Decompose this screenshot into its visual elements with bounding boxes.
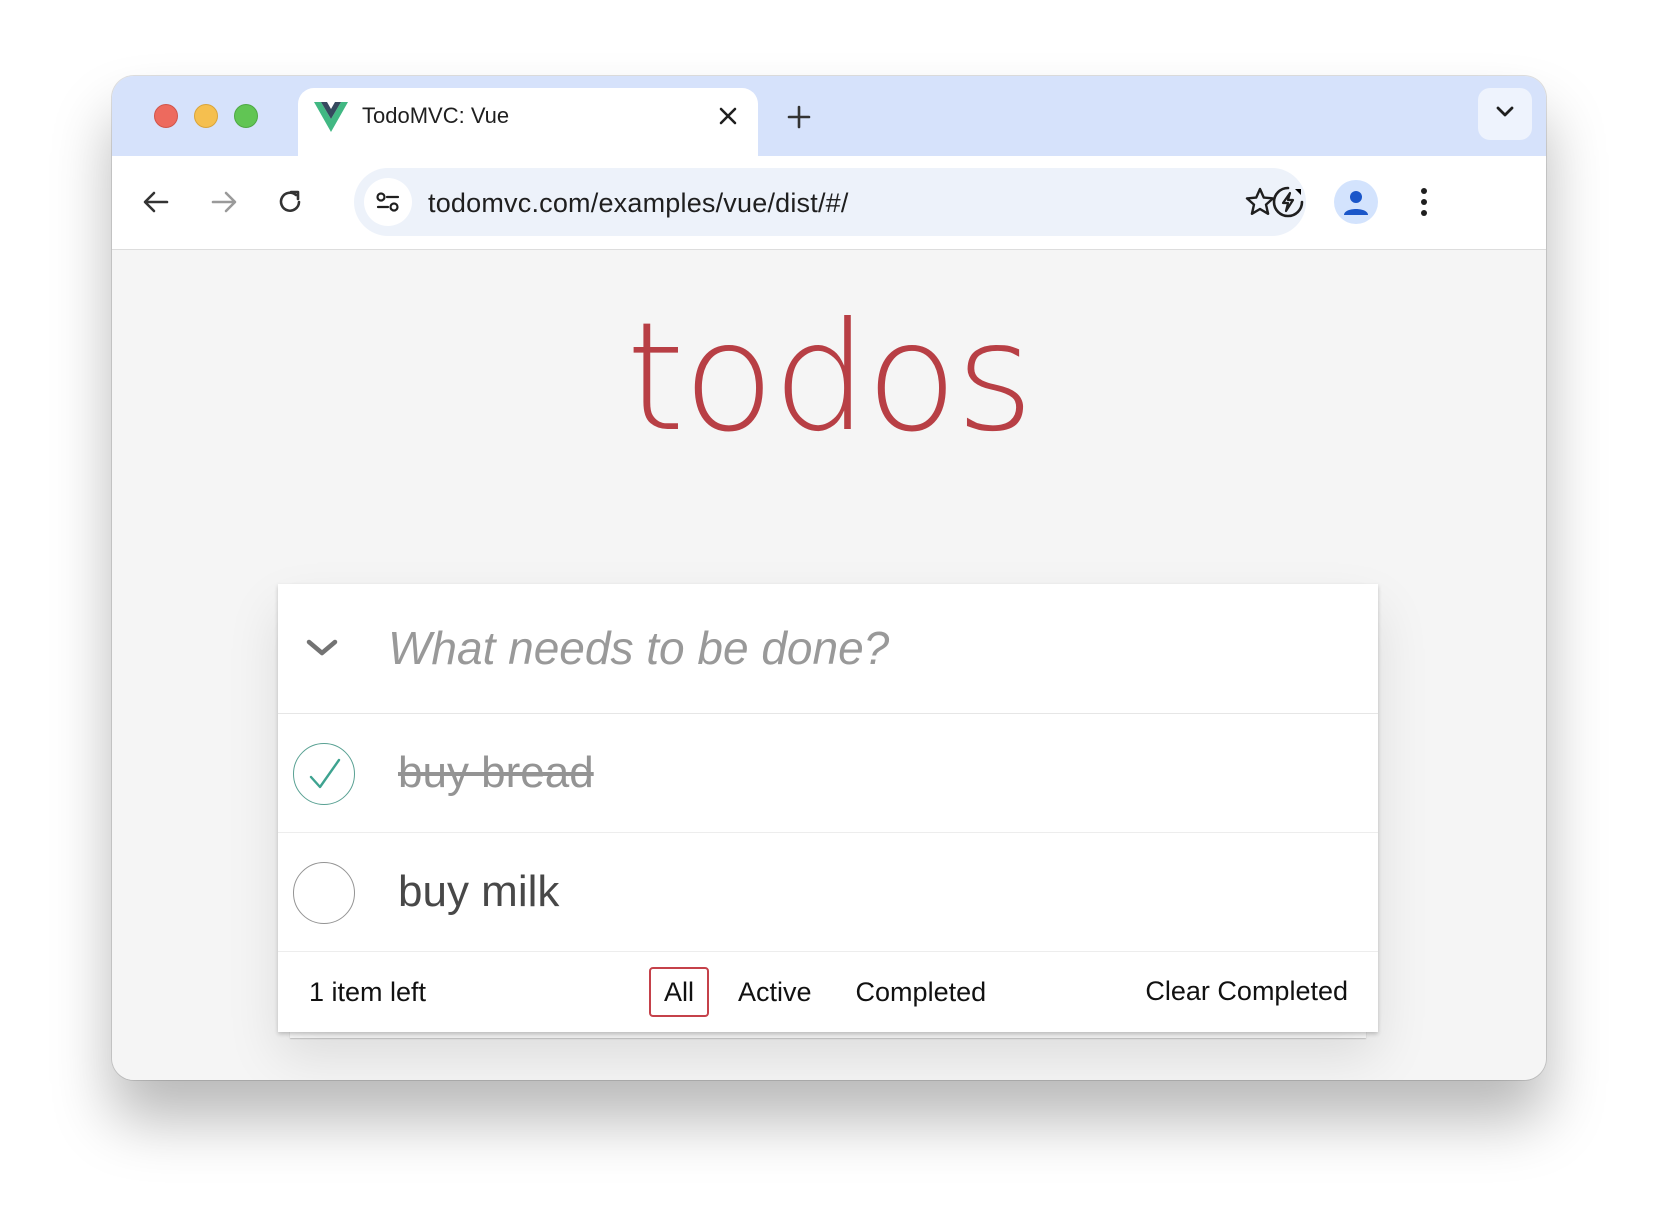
- filter-active-link[interactable]: Active: [723, 967, 827, 1017]
- tab-search-button[interactable]: [1478, 88, 1532, 140]
- items-left-count: 1 item left: [309, 977, 427, 1007]
- app-title: todos: [626, 291, 1034, 465]
- filter-all-link[interactable]: All: [649, 967, 710, 1017]
- close-window-button[interactable]: [154, 104, 178, 128]
- todo-app: buy bread buy milk 1 item left All Activ…: [278, 584, 1378, 1032]
- close-icon[interactable]: [714, 102, 742, 130]
- more-vert-icon[interactable]: [1402, 180, 1446, 224]
- todo-label[interactable]: buy milk: [398, 867, 559, 917]
- todo-item[interactable]: buy milk: [278, 833, 1378, 952]
- page-content: todos buy bread buy milk 1 item: [112, 251, 1546, 1080]
- browser-toolbar: todomvc.com/examples/vue/dist/#/: [112, 156, 1546, 250]
- todo-toggle-checkbox[interactable]: [293, 743, 355, 805]
- window-controls: [154, 104, 258, 128]
- minimize-window-button[interactable]: [194, 104, 218, 128]
- tab-strip: TodoMVC: Vue: [112, 76, 1546, 156]
- site-settings-icon[interactable]: [364, 178, 412, 226]
- plus-icon[interactable]: [782, 100, 816, 134]
- forward-arrow-icon[interactable]: [204, 182, 244, 222]
- profile-icon[interactable]: [1334, 180, 1378, 224]
- back-arrow-icon[interactable]: [136, 182, 176, 222]
- todo-toggle-checkbox[interactable]: [293, 862, 355, 924]
- browser-window: TodoMVC: Vue todomvc.com/examples/vue/di…: [112, 76, 1546, 1080]
- chevron-down-icon: [1495, 105, 1515, 124]
- maximize-window-button[interactable]: [234, 104, 258, 128]
- address-bar[interactable]: todomvc.com/examples/vue/dist/#/: [354, 168, 1306, 236]
- tab-active[interactable]: TodoMVC: Vue: [298, 88, 758, 156]
- filter-completed-link[interactable]: Completed: [841, 967, 1002, 1017]
- todo-label[interactable]: buy bread: [398, 748, 594, 798]
- new-todo-input[interactable]: [388, 616, 1348, 680]
- performance-icon[interactable]: [1266, 180, 1310, 224]
- clear-completed-button[interactable]: Clear Completed: [1145, 976, 1348, 1007]
- reload-icon[interactable]: [270, 182, 310, 222]
- url-text[interactable]: todomvc.com/examples/vue/dist/#/: [428, 188, 849, 219]
- todo-footer: 1 item left All Active Completed Clear C…: [278, 952, 1378, 1032]
- new-todo-row: [278, 584, 1378, 714]
- toggle-all-chevron-icon[interactable]: [300, 626, 344, 670]
- filter-list: All Active Completed: [649, 967, 1001, 1017]
- todo-item[interactable]: buy bread: [278, 714, 1378, 833]
- checkmark-icon: [309, 758, 341, 789]
- vue-logo-icon: [314, 102, 348, 132]
- tab-title: TodoMVC: Vue: [362, 103, 510, 128]
